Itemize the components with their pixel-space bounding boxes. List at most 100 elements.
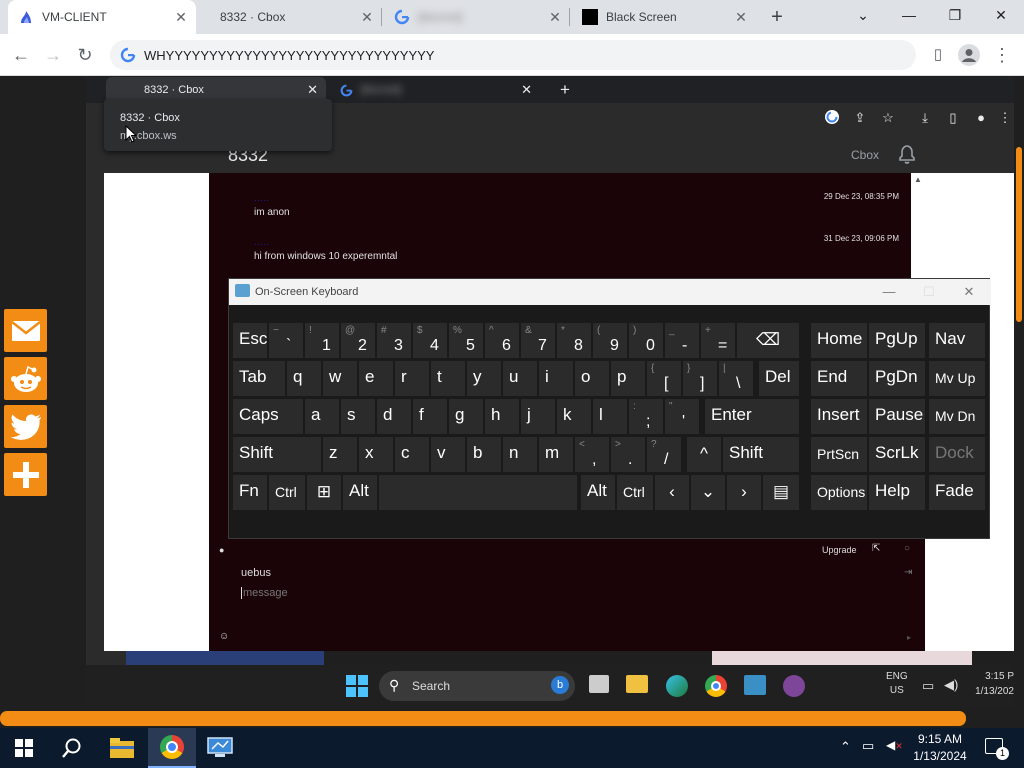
emoji-icon[interactable]: ☺: [219, 631, 229, 642]
key-e[interactable]: e: [359, 361, 393, 396]
key-h[interactable]: h: [485, 399, 519, 434]
key-symbol-47[interactable]: " ': [665, 399, 699, 434]
message-input[interactable]: message: [241, 587, 288, 599]
key-pause[interactable]: Pause: [869, 399, 925, 434]
key-prtscn[interactable]: PrtScn: [811, 437, 867, 472]
message-author[interactable]: ·····: [254, 195, 269, 205]
close-tab-icon[interactable]: ✕: [172, 9, 190, 26]
outer-tab-cbox[interactable]: 8332 · Cbox ✕: [210, 0, 382, 34]
language-indicator[interactable]: ENG US: [886, 670, 908, 698]
key-9[interactable]: (9: [593, 323, 627, 358]
key-a[interactable]: a: [305, 399, 339, 434]
upgrade-link[interactable]: Upgrade: [822, 545, 857, 555]
key-nav[interactable]: Nav: [929, 323, 985, 358]
key-6[interactable]: ^ 6: [485, 323, 519, 358]
horizontal-scrollbar[interactable]: [0, 711, 966, 726]
key-home[interactable]: Home: [811, 323, 867, 358]
key-m[interactable]: m: [539, 437, 573, 472]
key-z[interactable]: z: [323, 437, 357, 472]
key-alt[interactable]: Alt: [343, 475, 377, 510]
key-symbol-1[interactable]: ~ `: [269, 323, 303, 358]
outer-tab-search-blurred[interactable]: [blurred] ✕: [384, 0, 570, 34]
new-tab-button[interactable]: +: [766, 6, 788, 28]
key-p[interactable]: p: [611, 361, 645, 396]
key-w[interactable]: w: [323, 361, 357, 396]
key-ctrl[interactable]: Ctrl: [269, 475, 305, 510]
profile-avatar-icon[interactable]: [956, 42, 982, 68]
more-menu-icon[interactable]: ⋮: [996, 109, 1014, 127]
logout-icon[interactable]: ⇥: [904, 567, 912, 578]
key-enter[interactable]: Enter: [705, 399, 799, 434]
profile-icon[interactable]: ●: [972, 109, 990, 127]
key-help[interactable]: Help: [869, 475, 925, 510]
key-s[interactable]: s: [341, 399, 375, 434]
side-panel-icon[interactable]: ▯: [944, 109, 962, 127]
key-symbol-13[interactable]: + =: [701, 323, 735, 358]
reload-icon[interactable]: ↻: [72, 42, 98, 68]
twitter-icon[interactable]: [4, 405, 47, 448]
key-symbol-62[interactable]: ? /: [647, 437, 681, 472]
key-alt[interactable]: Alt: [581, 475, 615, 510]
key-options[interactable]: Options: [811, 475, 867, 510]
osk-minimize-button[interactable]: —: [869, 279, 909, 305]
key-o[interactable]: o: [575, 361, 609, 396]
key-8[interactable]: * 8: [557, 323, 591, 358]
key-end[interactable]: End: [811, 361, 867, 396]
key-tab[interactable]: Tab: [233, 361, 285, 396]
scrollbar-thumb[interactable]: [1016, 147, 1022, 322]
network-icon[interactable]: ▭: [862, 738, 874, 754]
key-d[interactable]: d: [377, 399, 411, 434]
key-g[interactable]: g: [449, 399, 483, 434]
key-pgup[interactable]: PgUp: [869, 323, 925, 358]
key-symbol-63[interactable]: ^: [687, 437, 721, 472]
google-lens-icon[interactable]: [823, 109, 841, 127]
key-f[interactable]: f: [413, 399, 447, 434]
key-mv-dn[interactable]: Mv Dn: [929, 399, 985, 434]
plus-icon[interactable]: [4, 453, 47, 496]
key-5[interactable]: % 5: [449, 323, 483, 358]
key-7[interactable]: & 7: [521, 323, 555, 358]
vm-clock[interactable]: 3:15 P 1/13/202: [974, 669, 1014, 699]
tab-search-chevron-icon[interactable]: ⌄: [840, 0, 886, 34]
vm-display[interactable]: 8332 · Cbox ✕ [blurred] ✕ + ⇪ ☆ ⤓ ▯ ● ⋮ …: [86, 77, 1014, 708]
vm-vertical-scrollbar[interactable]: [1014, 77, 1024, 708]
new-tab-button[interactable]: +: [550, 77, 574, 103]
download-icon[interactable]: ⤓: [916, 109, 934, 127]
reddit-icon[interactable]: [4, 357, 47, 400]
key-k[interactable]: k: [557, 399, 591, 434]
address-bar[interactable]: WHYYYYYYYYYYYYYYYYYYYYYYYYYYYYYYY: [110, 40, 916, 70]
key-y[interactable]: y: [467, 361, 501, 396]
key-1[interactable]: ! 1: [305, 323, 339, 358]
key-3[interactable]: #3: [377, 323, 411, 358]
key-2[interactable]: @2: [341, 323, 375, 358]
key-symbol-60[interactable]: <,: [575, 437, 609, 472]
key-symbol-12[interactable]: _ -: [665, 323, 699, 358]
volume-icon[interactable]: ◀): [944, 677, 958, 693]
popout-icon[interactable]: ⇱: [872, 543, 880, 554]
vm-search-box[interactable]: ⚲ Search b: [379, 671, 575, 701]
key-symbol-46[interactable]: :;: [629, 399, 663, 434]
remote-desktop-icon[interactable]: [196, 728, 244, 768]
close-tab-icon[interactable]: ✕: [358, 9, 376, 26]
inner-tab-search-blurred[interactable]: [blurred] ✕: [330, 77, 540, 103]
file-explorer-icon[interactable]: [626, 675, 648, 693]
key-scrlk[interactable]: ScrLk: [869, 437, 925, 472]
key-del[interactable]: Del: [759, 361, 799, 396]
chrome-icon[interactable]: [705, 675, 727, 697]
osk-maximize-button[interactable]: ☐: [909, 279, 949, 305]
key-u[interactable]: u: [503, 361, 537, 396]
share-icon[interactable]: ⇪: [851, 109, 869, 127]
outer-tab-black-screen[interactable]: Black Screen ✕: [572, 0, 756, 34]
key-dock[interactable]: Dock: [929, 437, 985, 472]
key-symbol-31[interactable]: | \: [719, 361, 753, 396]
windows-start-icon[interactable]: [0, 728, 48, 768]
host-clock[interactable]: 9:15 AM 1/13/2024: [908, 731, 972, 765]
search-icon[interactable]: [48, 728, 96, 768]
osk-close-button[interactable]: ✕: [949, 279, 989, 305]
key-symbol-77[interactable]: ›: [727, 475, 761, 510]
key-caps[interactable]: Caps: [233, 399, 303, 434]
key-shift[interactable]: Shift: [723, 437, 799, 472]
key-symbol-78[interactable]: ▤: [763, 475, 799, 510]
close-tab-icon[interactable]: ✕: [307, 82, 318, 98]
key-i[interactable]: i: [539, 361, 573, 396]
